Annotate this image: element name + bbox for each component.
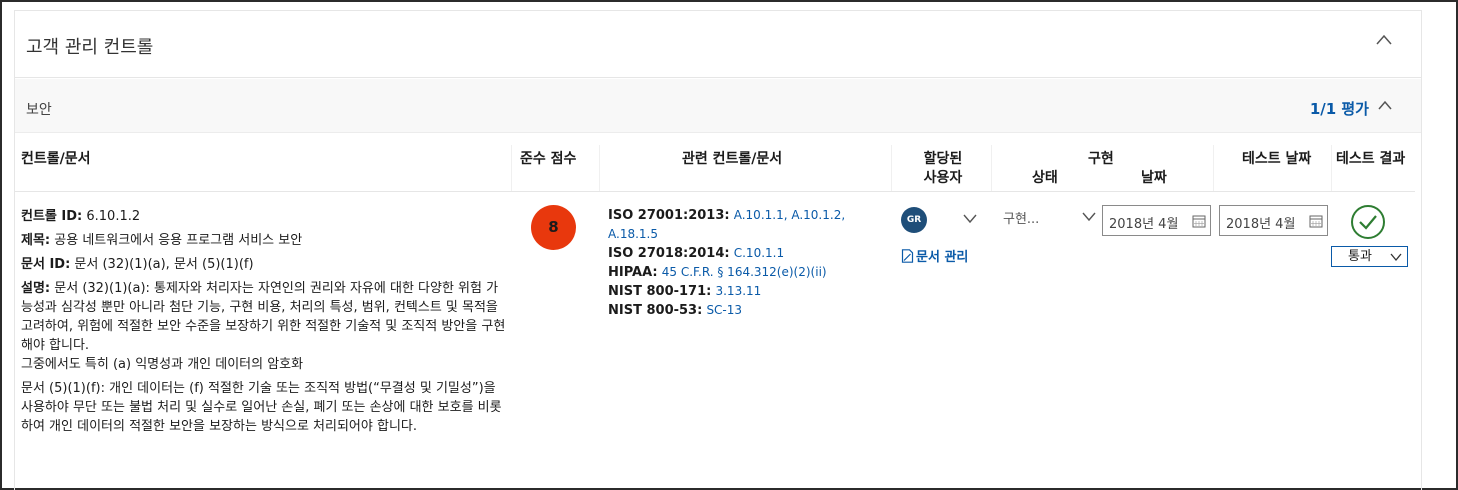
chevron-down-icon — [1390, 253, 1402, 262]
column-header-assigned-line2: 사용자 — [923, 170, 963, 186]
calendar-icon[interactable] — [1192, 214, 1206, 228]
group-bar[interactable]: 보안 1/1 평가 — [15, 79, 1421, 133]
implementation-date-picker[interactable]: 2018년 4월 — [1102, 205, 1211, 236]
manage-documents-label: 문서 관리 — [916, 250, 969, 265]
related-link[interactable]: C.10.1.1 — [734, 246, 784, 260]
control-title: 공용 네트워크에서 응용 프로그램 서비스 보안 — [54, 233, 303, 248]
related-standard: NIST 800-53: — [608, 303, 703, 318]
related-standard: ISO 27018:2014: — [608, 246, 730, 261]
group-title: 보안 — [26, 102, 52, 118]
column-header-assigned-line1: 할당된 — [923, 151, 963, 167]
control-title-label: 제목: — [21, 233, 51, 248]
related-standard: HIPAA: — [608, 265, 658, 280]
column-header-implementation: 구현 — [1088, 151, 1114, 167]
related-link[interactable]: 45 C.F.R. § 164.312(e)(2)(ii) — [662, 265, 827, 279]
description-line: 설명: 문서 (32)(1)(a): 통제자와 처리자는 자연인의 권리와 자유… — [21, 279, 506, 355]
control-id: 6.10.1.2 — [86, 209, 141, 224]
assessment-count[interactable]: 1/1 평가 — [1310, 98, 1369, 119]
column-header-assigned[interactable]: 할당된 사용자 — [915, 150, 971, 188]
chevron-down-icon[interactable] — [962, 213, 978, 224]
column-divider — [1331, 145, 1332, 192]
test-date-picker[interactable]: 2018년 4월 — [1219, 205, 1328, 236]
description-part3: 문서 (5)(1)(f): 개인 데이터는 (f) 적절한 기술 또는 조직적 … — [21, 381, 502, 434]
column-header-control[interactable]: 컨트롤/문서 — [21, 150, 91, 169]
related-link[interactable]: 3.13.11 — [715, 284, 761, 298]
column-header-test-date[interactable]: 테스트 날짜 — [1242, 150, 1311, 169]
test-result-value: 통과 — [1348, 249, 1372, 264]
control-title-line: 제목: 공용 네트워크에서 응용 프로그램 서비스 보안 — [21, 231, 506, 250]
column-header-test-result[interactable]: 테스트 결과 — [1336, 150, 1405, 169]
related-standard: NIST 800-171: — [608, 284, 712, 299]
doc-id-line: 문서 ID: 문서 (32)(1)(a), 문서 (5)(1)(f) — [21, 255, 506, 274]
test-result-dropdown[interactable]: 통과 — [1331, 246, 1408, 267]
header-divider — [15, 191, 1415, 192]
column-divider — [891, 145, 892, 192]
column-divider — [599, 145, 600, 192]
related-link[interactable]: SC-13 — [706, 303, 742, 317]
related-controls: ISO 27001:2013: A.10.1.1, A.10.1.2, A.18… — [608, 206, 888, 320]
control-id-line: 컨트롤 ID: 6.10.1.2 — [21, 207, 506, 226]
section-title: 고객 관리 컨트롤 — [26, 37, 154, 58]
calendar-icon[interactable] — [1309, 214, 1323, 228]
chevron-down-icon[interactable] — [1081, 211, 1097, 222]
related-item: ISO 27018:2014: C.10.1.1 — [608, 244, 888, 263]
column-divider — [511, 145, 512, 192]
section-header[interactable]: 고객 관리 컨트롤 — [15, 10, 1421, 78]
related-item: HIPAA: 45 C.F.R. § 164.312(e)(2)(ii) — [608, 263, 888, 282]
related-item: NIST 800-171: 3.13.11 — [608, 282, 888, 301]
description-part2: 그중에서도 특히 (a) 익명성과 개인 데이터의 암호화 — [21, 357, 304, 372]
related-item: ISO 27001:2013: A.10.1.1, A.10.1.2, A.18… — [608, 206, 888, 244]
column-header-impl-date[interactable]: 날짜 — [1141, 169, 1167, 188]
check-circle-icon — [1351, 205, 1385, 239]
implementation-date-value: 2018년 4월 — [1109, 217, 1179, 232]
control-id-label: 컨트롤 ID: — [21, 209, 83, 224]
column-divider — [1213, 145, 1214, 192]
controls-panel: 고객 관리 컨트롤 보안 1/1 평가 컨트롤/문서 준수 점수 관련 컨트롤/… — [14, 10, 1422, 490]
document-icon — [901, 249, 914, 263]
compliance-score-badge: 8 — [531, 205, 576, 250]
window-frame: 고객 관리 컨트롤 보안 1/1 평가 컨트롤/문서 준수 점수 관련 컨트롤/… — [0, 0, 1458, 490]
column-header-score[interactable]: 준수 점수 — [520, 150, 576, 169]
description-label: 설명: — [21, 281, 51, 296]
user-avatar[interactable]: GR — [901, 207, 927, 233]
column-header-impl-status[interactable]: 상태 — [1032, 169, 1058, 188]
description-part1: 문서 (32)(1)(a): 통제자와 처리자는 자연인의 권리와 자유에 대한… — [21, 281, 506, 353]
manage-documents-link[interactable]: 문서 관리 — [901, 246, 968, 265]
test-date-value: 2018년 4월 — [1226, 217, 1296, 232]
doc-id: 문서 (32)(1)(a), 문서 (5)(1)(f) — [74, 257, 254, 272]
chevron-up-icon[interactable] — [1377, 99, 1393, 111]
chevron-up-icon[interactable] — [1375, 33, 1393, 47]
doc-id-label: 문서 ID: — [21, 257, 71, 272]
control-detail: 컨트롤 ID: 6.10.1.2 제목: 공용 네트워크에서 응용 프로그램 서… — [21, 207, 506, 441]
column-divider — [991, 145, 992, 192]
related-item: NIST 800-53: SC-13 — [608, 301, 888, 320]
column-header-related[interactable]: 관련 컨트롤/문서 — [682, 150, 782, 169]
related-standard: ISO 27001:2013: — [608, 208, 730, 223]
implementation-status-dropdown[interactable]: 구현... — [1003, 208, 1039, 227]
